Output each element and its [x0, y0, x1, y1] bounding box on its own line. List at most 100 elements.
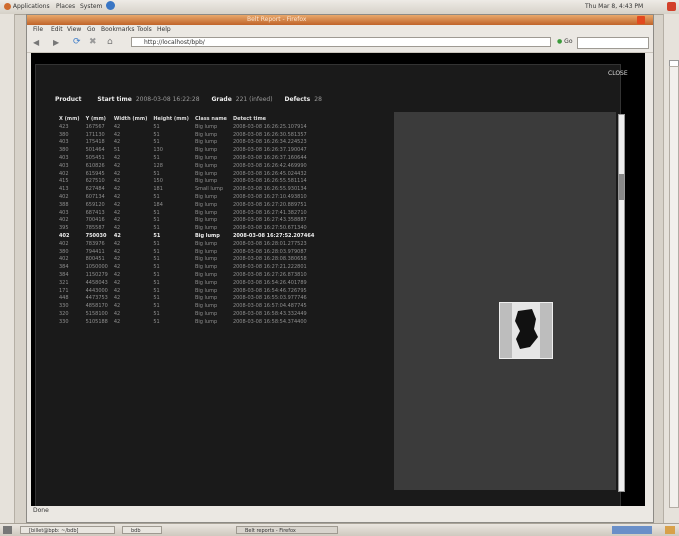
table-row[interactable]: 171 4443000 42 51 Big lump 2008-03-08 16:54:4…: [57, 287, 318, 295]
table-row[interactable]: 384 1050000 42 51 Big lump 2008-03-08 16:27:2…: [57, 263, 318, 271]
menu-edit[interactable]: Edit: [51, 26, 63, 33]
cell-time: 2008-03-08 16:27:10.493810: [232, 194, 307, 201]
cell-y: 794411: [85, 248, 105, 255]
menu-help[interactable]: Help: [157, 26, 171, 33]
table-row[interactable]: 402 800451 42 51 Big lump 2008-03-08 16:28:08…: [57, 256, 318, 264]
system-menu[interactable]: System: [80, 3, 102, 10]
product-label: Product: [55, 96, 82, 103]
cell-class: Big lump: [194, 295, 218, 302]
table-row[interactable]: 403 175418 42 51 Big lump 2008-03-08 16:26:34…: [57, 139, 318, 147]
cell-width: 42: [113, 194, 121, 201]
gnome-foot-icon: [4, 3, 11, 10]
cell-x: 388: [59, 201, 69, 208]
workspace-switcher[interactable]: [612, 526, 652, 534]
table-row[interactable]: 402 615945 42 51 Big lump 2008-03-08 16:26:45…: [57, 170, 318, 178]
search-input[interactable]: [577, 37, 649, 49]
back-icon[interactable]: ◀: [33, 38, 39, 47]
close-window-icon[interactable]: [637, 16, 645, 24]
table-row[interactable]: 403 687413 42 51 Big lump 2008-03-08 16:27:41…: [57, 209, 318, 217]
table-scrollbar-thumb[interactable]: [619, 174, 624, 200]
menu-view[interactable]: View: [67, 26, 81, 33]
cell-width: 42: [113, 217, 121, 224]
cell-class: Big lump: [194, 162, 218, 169]
table-row[interactable]: 380 171130 42 51 Big lump 2008-03-08 16:26:30…: [57, 131, 318, 139]
table-row[interactable]: 330 5105188 42 51 Big lump 2008-03-08 16:58:5…: [57, 318, 318, 326]
table-row[interactable]: 380 794411 42 51 Big lump 2008-03-08 16:28:03…: [57, 248, 318, 256]
cell-height: 51: [153, 123, 160, 130]
forward-icon[interactable]: ▶: [53, 38, 59, 47]
task-terminal[interactable]: [billet@bpb: ~/bdb]: [20, 526, 115, 534]
table-row[interactable]: 402 607134 42 51 Big lump 2008-03-08 16:27:10…: [57, 193, 318, 201]
cell-y: 5158100: [85, 311, 108, 318]
close-button[interactable]: CLOSE: [608, 70, 628, 77]
table-row[interactable]: 423 167567 42 51 Big lump 2008-03-08 16:26:25…: [57, 123, 318, 131]
cell-width: 42: [113, 248, 121, 255]
defect-thumbnail[interactable]: [499, 302, 553, 359]
applications-menu[interactable]: Applications: [4, 3, 50, 10]
col-x[interactable]: X (mm): [57, 115, 84, 123]
cell-time: 2008-03-08 16:26:25.107914: [232, 123, 307, 130]
reload-icon[interactable]: ⟳: [73, 37, 81, 47]
table-row[interactable]: 395 785587 42 51 Big lump 2008-03-08 16:27:50…: [57, 224, 318, 232]
left-desktop-strip: [0, 14, 15, 523]
clock[interactable]: Thu Mar 8, 4:43 PM: [585, 3, 643, 10]
col-width[interactable]: Width (mm): [112, 115, 152, 123]
help-globe-icon[interactable]: [106, 1, 115, 12]
show-desktop-icon[interactable]: [3, 526, 12, 534]
table-row[interactable]: 380 501464 51 130 Big lump 2008-03-08 16:26:3…: [57, 146, 318, 154]
task-bdb[interactable]: bdb: [122, 526, 162, 534]
table-row[interactable]: 415 627510 42 150 Big lump 2008-03-08 16:26:5…: [57, 178, 318, 186]
col-detect-time[interactable]: Detect time: [231, 115, 318, 123]
table-scrollbar[interactable]: [618, 114, 625, 492]
col-class-name[interactable]: Class name: [193, 115, 231, 123]
table-header-row: X (mm) Y (mm) Width (mm) Height (mm) Cla…: [57, 115, 318, 123]
menu-go[interactable]: Go: [87, 26, 95, 33]
table-row[interactable]: 403 505451 42 51 Big lump 2008-03-08 16:26:37…: [57, 154, 318, 162]
cell-y: 171130: [85, 131, 105, 138]
table-row[interactable]: 402 700416 42 51 Big lump 2008-03-08 16:27:43…: [57, 217, 318, 225]
cell-height: 51: [153, 240, 160, 247]
cell-height: 51: [153, 248, 160, 255]
table-row[interactable]: 403 610826 42 128 Big lump 2008-03-08 16:26:4…: [57, 162, 318, 170]
table-row[interactable]: 388 659120 42 184 Big lump 2008-03-08 16:27:2…: [57, 201, 318, 209]
table-row[interactable]: 330 4858170 42 51 Big lump 2008-03-08 16:57:0…: [57, 302, 318, 310]
table-body: 423 167567 42 51 Big lump 2008-03-08 16:26:25…: [57, 123, 318, 326]
cell-x: 402: [59, 217, 69, 224]
menu-file[interactable]: File: [33, 26, 43, 33]
places-menu[interactable]: Places: [56, 3, 75, 10]
url-input[interactable]: http://localhost/bpb/: [131, 37, 551, 47]
cell-height: 51: [153, 209, 160, 216]
cell-height: 51: [153, 170, 160, 177]
table-row[interactable]: 321 4458043 42 51 Big lump 2008-03-08 16:54:2…: [57, 279, 318, 287]
table-row[interactable]: 448 4473753 42 51 Big lump 2008-03-08 16:55:0…: [57, 295, 318, 303]
cell-height: 130: [153, 147, 163, 154]
cell-class: Big lump: [194, 194, 218, 201]
cell-height: 128: [153, 162, 163, 169]
cell-time: 2008-03-08 16:27:43.358887: [232, 217, 307, 224]
table-row[interactable]: 384 1150279 42 51 Big lump 2008-03-08 16:27:2…: [57, 271, 318, 279]
col-height[interactable]: Height (mm): [151, 115, 193, 123]
menu-bookmarks[interactable]: Bookmarks: [101, 26, 135, 33]
table-row[interactable]: 402 750030 42 51 Big lump 2008-03-08 16:27:52…: [57, 232, 318, 240]
cell-width: 42: [113, 279, 121, 286]
cell-x: 415: [59, 178, 69, 185]
table-row[interactable]: 413 627484 42 181 Small lump 2008-03-08 16:26…: [57, 185, 318, 193]
cell-width: 42: [113, 303, 121, 310]
stop-icon[interactable]: ✖: [89, 37, 97, 47]
table-row[interactable]: 320 5158100 42 51 Big lump 2008-03-08 16:58:4…: [57, 310, 318, 318]
col-y[interactable]: Y (mm): [84, 115, 112, 123]
home-icon[interactable]: ⌂: [107, 37, 113, 47]
menu-tools[interactable]: Tools: [137, 26, 152, 33]
background-window-scrollbar[interactable]: [669, 66, 679, 508]
go-button[interactable]: ● Go: [557, 38, 573, 45]
cell-height: 51: [153, 217, 160, 224]
logout-icon[interactable]: [667, 2, 676, 11]
defects-label: Defects: [284, 96, 311, 103]
cell-y: 175418: [85, 139, 105, 146]
cell-width: 42: [113, 311, 121, 318]
table-row[interactable]: 402 783976 42 51 Big lump 2008-03-08 16:28:01…: [57, 240, 318, 248]
task-firefox[interactable]: Belt reports - Firefox: [236, 526, 338, 534]
cell-class: Big lump: [194, 131, 218, 138]
trash-icon[interactable]: [665, 526, 675, 534]
window-titlebar[interactable]: Belt Report - Firefox: [27, 15, 653, 25]
